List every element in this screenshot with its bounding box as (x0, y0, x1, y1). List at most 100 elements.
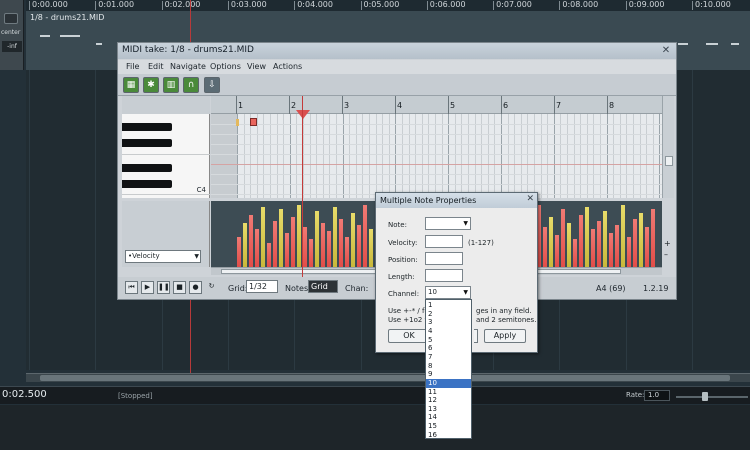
lane-type-select[interactable]: •Velocity ▼ (125, 250, 201, 263)
velocity-bar[interactable] (273, 221, 277, 267)
lane-zoom-out-button[interactable]: – (664, 250, 668, 259)
grid-icon[interactable]: ▦ (123, 77, 139, 93)
timeline-ruler[interactable]: 0:00.000 0:01.000 0:02.000 0:03.000 0:04.000… (26, 0, 750, 11)
channel-option[interactable]: 14 (426, 413, 471, 422)
velocity-bar[interactable] (621, 205, 625, 267)
velocity-bar[interactable] (321, 223, 325, 267)
velocity-bar[interactable] (303, 227, 307, 267)
menu-actions[interactable]: Actions (273, 62, 302, 71)
record-icon[interactable]: ● (189, 281, 202, 294)
menu-file[interactable]: File (126, 62, 139, 71)
rewind-icon[interactable]: ⏮ (125, 281, 138, 294)
channel-dropdown[interactable]: 10 ▼ (425, 286, 471, 299)
velocity-field[interactable] (425, 235, 463, 248)
velocity-bar[interactable] (567, 223, 571, 267)
grid-select[interactable]: 1/32 (246, 280, 278, 293)
menu-view[interactable]: View (247, 62, 266, 71)
track-record-arm-knob[interactable] (4, 13, 18, 24)
velocity-bar[interactable] (315, 211, 319, 267)
channel-option[interactable]: 3 (426, 318, 471, 327)
velocity-bar[interactable] (573, 239, 577, 267)
rate-slider-handle[interactable] (702, 392, 708, 401)
repeat-icon[interactable]: ↻ (205, 281, 218, 294)
midi-note-selected[interactable] (250, 118, 257, 126)
notes-select[interactable]: Grid (308, 280, 338, 293)
cancel-button-edge[interactable] (474, 329, 478, 343)
rate-slider[interactable] (676, 396, 748, 398)
velocity-bar[interactable] (363, 205, 367, 267)
close-icon[interactable]: ✕ (658, 44, 674, 57)
velocity-bar[interactable] (285, 233, 289, 267)
velocity-bar[interactable] (267, 243, 271, 267)
velocity-bar[interactable] (597, 221, 601, 267)
velocity-bar[interactable] (609, 233, 613, 267)
position-field[interactable] (425, 252, 463, 265)
velocity-bar[interactable] (645, 227, 649, 267)
velocity-bar[interactable] (591, 229, 595, 267)
velocity-bar[interactable] (627, 237, 631, 267)
velocity-bar[interactable] (327, 231, 331, 267)
velocity-bar[interactable] (279, 209, 283, 267)
black-key[interactable] (122, 139, 172, 147)
piano-roll-grid[interactable] (211, 114, 662, 198)
close-icon[interactable]: ✕ (526, 194, 534, 204)
piano-roll-vertical-scrollbar[interactable] (662, 96, 674, 198)
channel-option[interactable]: 4 (426, 327, 471, 336)
edit-cursor-marker[interactable] (296, 110, 310, 119)
piano-keyboard[interactable]: C4 (122, 114, 210, 198)
channel-option[interactable]: 6 (426, 344, 471, 353)
ok-button[interactable]: OK (388, 329, 430, 343)
velocity-bar[interactable] (255, 229, 259, 267)
channel-option[interactable]: 1 (426, 301, 471, 310)
channel-option[interactable]: 8 (426, 362, 471, 371)
velocity-bar[interactable] (585, 207, 589, 267)
dialog-titlebar[interactable]: Multiple Note Properties ✕ (376, 193, 537, 208)
channel-option[interactable]: 9 (426, 370, 471, 379)
channel-option[interactable]: 15 (426, 422, 471, 431)
black-key[interactable] (122, 164, 172, 172)
channel-option[interactable]: 11 (426, 388, 471, 397)
velocity-bar[interactable] (603, 211, 607, 267)
pause-icon[interactable]: ❚❚ (157, 281, 170, 294)
velocity-bar[interactable] (333, 207, 337, 267)
velocity-bar[interactable] (369, 229, 373, 267)
scrollbar-thumb[interactable] (40, 375, 730, 381)
menu-navigate[interactable]: Navigate (170, 62, 206, 71)
loop-icon[interactable]: ∩ (183, 77, 199, 93)
scrollbar-thumb[interactable] (665, 156, 673, 166)
quantize-icon[interactable]: ✱ (143, 77, 159, 93)
channel-option[interactable]: 5 (426, 336, 471, 345)
velocity-bar[interactable] (555, 235, 559, 267)
midi-editor-titlebar[interactable]: MIDI take: 1/8 - drums21.MID ✕ (118, 43, 676, 59)
velocity-bar[interactable] (261, 207, 265, 267)
menu-options[interactable]: Options (210, 62, 241, 71)
black-key[interactable] (122, 123, 172, 131)
rate-input[interactable]: 1.0 (644, 390, 670, 401)
velocity-bar[interactable] (651, 209, 655, 267)
velocity-bar[interactable] (339, 219, 343, 267)
stop-icon[interactable]: ■ (173, 281, 186, 294)
play-icon[interactable]: ▶ (141, 281, 154, 294)
download-icon[interactable]: ⇩ (204, 77, 220, 93)
note-dropdown[interactable]: ▼ (425, 217, 471, 230)
apply-button[interactable]: Apply (484, 329, 526, 343)
channel-option[interactable]: 13 (426, 405, 471, 414)
velocity-bar[interactable] (549, 217, 553, 267)
velocity-bar[interactable] (579, 215, 583, 267)
piano-keys-icon[interactable]: ▥ (163, 77, 179, 93)
track-header[interactable]: center -inf (0, 0, 24, 70)
velocity-bar[interactable] (561, 209, 565, 267)
velocity-bar[interactable] (345, 237, 349, 267)
lane-zoom-in-button[interactable]: + (664, 239, 671, 248)
channel-option[interactable]: 7 (426, 353, 471, 362)
velocity-bar[interactable] (309, 239, 313, 267)
piano-roll-ruler[interactable]: 1 2 3 4 5 6 7 8 (211, 96, 662, 114)
velocity-bar[interactable] (237, 237, 241, 267)
velocity-bar[interactable] (249, 215, 253, 267)
channel-option[interactable]: 10 (426, 378, 471, 388)
velocity-bar[interactable] (633, 219, 637, 267)
velocity-bar[interactable] (351, 213, 355, 267)
channel-option[interactable]: 16 (426, 431, 471, 440)
velocity-bar[interactable] (291, 217, 295, 267)
channel-option[interactable]: 12 (426, 396, 471, 405)
